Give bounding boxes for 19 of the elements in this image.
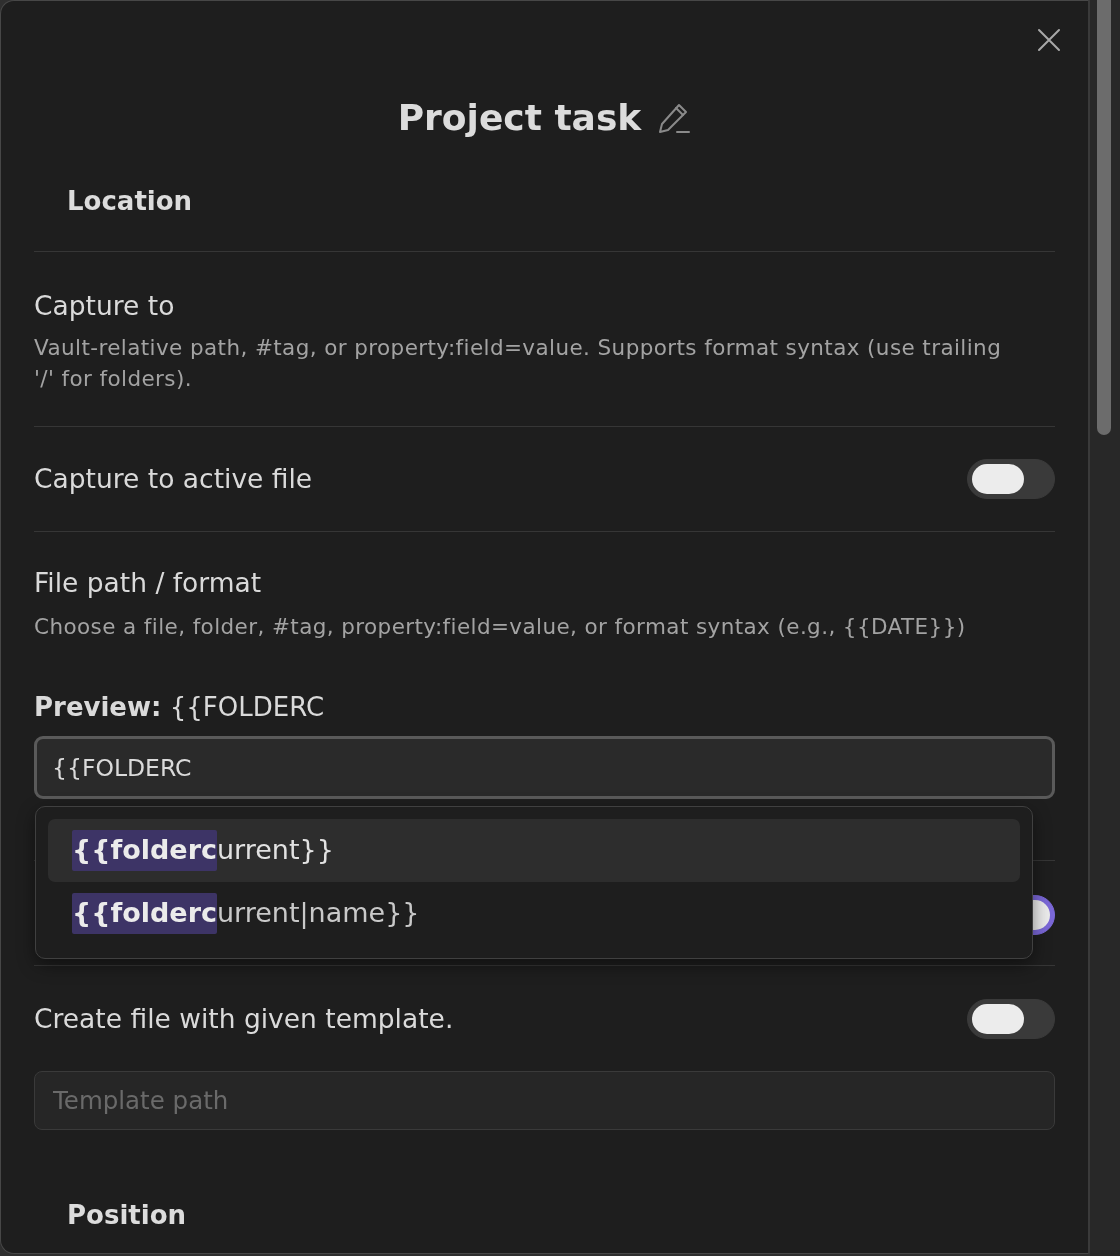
setting-name: Create file with given template. bbox=[34, 1002, 454, 1036]
setting-description: Choose a file, folder, #tag, property:field=value, or format syntax (e.g., {{DATE}}) bbox=[34, 613, 967, 641]
setting-name: File path / format bbox=[34, 566, 263, 600]
scrollbar-thumb[interactable] bbox=[1097, 0, 1111, 435]
section-heading: Location bbox=[66, 185, 194, 218]
toggle-switch[interactable] bbox=[967, 459, 1055, 499]
setting-name: Capture to active file bbox=[34, 462, 313, 496]
close-icon bbox=[1037, 28, 1061, 52]
file-path-field[interactable]: {{FOLDERC bbox=[34, 736, 1055, 799]
template-path-field[interactable]: Template path bbox=[34, 1071, 1055, 1130]
suggestion-item[interactable]: {{foldercurrent}} bbox=[48, 819, 1020, 882]
suggestion-item[interactable]: {{foldercurrent|name}} bbox=[48, 882, 1020, 945]
setting-name: Capture to bbox=[34, 289, 176, 323]
preview-text: Preview: {{FOLDERC bbox=[34, 691, 326, 724]
toggle-switch[interactable] bbox=[967, 999, 1055, 1039]
pencil-icon[interactable] bbox=[657, 101, 692, 135]
section-heading: Position bbox=[66, 1199, 188, 1232]
setting-description: Vault-relative path, #tag, or property:field=value. Supports format syntax (use trailing '/' for folders). bbox=[34, 334, 1003, 393]
dialog-title: Project task bbox=[397, 96, 642, 140]
